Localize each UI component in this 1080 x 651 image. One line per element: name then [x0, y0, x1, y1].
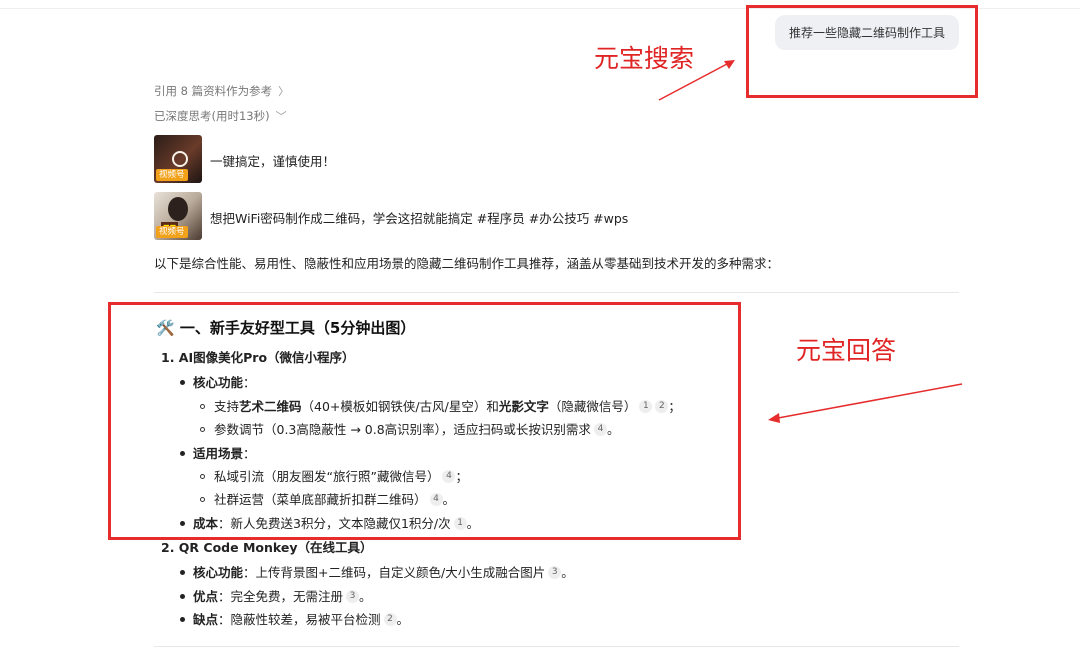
sub-bullet-icon	[200, 497, 205, 502]
bullet-icon	[180, 617, 185, 622]
citation-badge[interactable]: 2	[383, 613, 397, 626]
bullet-icon	[180, 521, 185, 526]
sub-bullet-icon	[200, 427, 205, 432]
video-title-1[interactable]: 一键搞定，谨慎使用！	[210, 151, 335, 170]
video-thumbnail-1[interactable]: 视频号	[154, 135, 202, 183]
citation-badge[interactable]: 1	[639, 400, 653, 413]
video-title-2[interactable]: 想把WiFi密码制作成二维码，学会这招就能搞定 #程序员 #办公技巧 #wps	[210, 208, 628, 227]
section-title: 🛠️ 一、新手友好型工具（5分钟出图）	[156, 317, 415, 338]
video-channel-badge: 视频号	[156, 226, 188, 238]
tool-1-name: 1. AI图像美化Pro（微信小程序）	[161, 350, 355, 365]
divider-bottom	[154, 646, 959, 647]
thinking-toggle[interactable]: 已深度思考(用时13秒) ﹀	[154, 108, 287, 124]
citation-badge[interactable]: 4	[429, 493, 443, 506]
references-text: 引用 8 篇资料作为参考	[154, 84, 273, 98]
tool-2-cons: 缺点：隐蔽性较差，易被平台检测 2。	[180, 609, 409, 628]
citation-badge[interactable]: 2	[655, 400, 669, 413]
bullet-icon	[180, 380, 185, 385]
core-label: 核心功能	[193, 375, 244, 390]
tool-2-core: 核心功能：上传背景图+二维码，自定义颜色/大小生成融合图片 3。	[180, 562, 574, 581]
tool-1-core-item-1: 支持艺术二维码（40+模板如钢铁侠/古风/星空）和光影文字（隐藏微信号） 1 2；	[200, 396, 681, 415]
chevron-down-icon: ﹀	[275, 110, 287, 123]
thinking-text: 已深度思考(用时13秒)	[154, 109, 270, 123]
bullet-icon	[180, 594, 185, 599]
sub-bullet-icon	[200, 474, 205, 479]
tool-1-scene-item-1: 私域引流（朋友圈发“旅行照”藏微信号） 4；	[200, 466, 468, 485]
scene-label: 适用场景	[193, 446, 244, 461]
tool-1-scene-item-2: 社群运营（菜单底部藏折扣群二维码） 4。	[200, 489, 455, 508]
citation-badge[interactable]: 4	[442, 470, 456, 483]
tool-1-core-heading: 核心功能：	[180, 372, 256, 391]
tool-1-cost: 成本：新人免费送3积分，文本隐藏仅1积分/次 1。	[180, 513, 479, 532]
video-thumbnail-2[interactable]: ▬▬ 视频号	[154, 192, 202, 240]
tool-1-scene-heading: 适用场景：	[180, 443, 256, 462]
bullet-icon	[180, 570, 185, 575]
chevron-right-icon: 〉	[278, 85, 290, 98]
person-icon	[168, 197, 188, 221]
tool-1-core-item-2: 参数调节（0.3高隐蔽性 → 0.8高识别率），适应扫码或长按识别需求 4。	[200, 419, 619, 438]
play-icon	[172, 151, 188, 167]
answer-intro: 以下是综合性能、易用性、隐蔽性和应用场景的隐藏二维码制作工具推荐，涵盖从零基础到…	[154, 256, 780, 271]
citation-badge[interactable]: 4	[593, 423, 607, 436]
citation-badge[interactable]: 1	[453, 517, 467, 530]
divider	[154, 292, 959, 293]
bullet-icon	[180, 451, 185, 456]
references-link[interactable]: 引用 8 篇资料作为参考〉	[154, 83, 289, 99]
tool-2-pros: 优点：完全免费，无需注册 3。	[180, 586, 372, 605]
video-channel-badge: 视频号	[156, 169, 188, 181]
citation-badge[interactable]: 3	[548, 566, 562, 579]
citation-badge[interactable]: 3	[346, 590, 360, 603]
answer-annotation-label: 元宝回答	[796, 336, 897, 365]
search-highlight-box	[746, 5, 978, 98]
tools-icon: 🛠️	[156, 319, 175, 337]
tool-2-name: 2. QR Code Monkey（在线工具）	[161, 540, 373, 555]
search-annotation-label: 元宝搜索	[594, 44, 695, 73]
sub-bullet-icon	[200, 404, 205, 409]
section-title-text: 一、新手友好型工具（5分钟出图）	[179, 319, 416, 337]
